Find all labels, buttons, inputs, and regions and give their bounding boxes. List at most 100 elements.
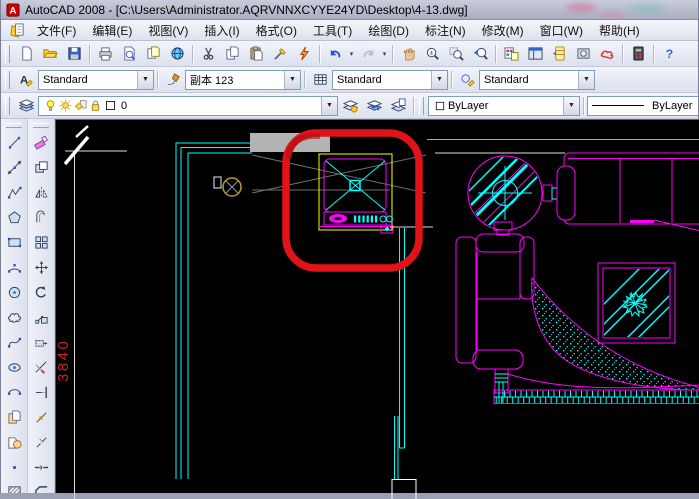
layer-manager-button[interactable] <box>14 94 38 118</box>
cut-button[interactable] <box>196 42 220 66</box>
linetype-control[interactable]: ByLayer <box>587 96 698 116</box>
rectangle-button[interactable] <box>2 230 27 255</box>
block-editor-button[interactable] <box>292 42 316 66</box>
break-button[interactable] <box>29 430 54 455</box>
publish-button[interactable] <box>141 42 165 66</box>
menu-edit[interactable]: 编辑(E) <box>84 22 140 40</box>
dwf-globe-button[interactable] <box>165 42 189 66</box>
plot-button[interactable] <box>93 42 117 66</box>
revision-cloud-button[interactable] <box>2 305 27 330</box>
array-button[interactable] <box>29 230 54 255</box>
chevron-down-icon[interactable]: ▼ <box>321 97 337 115</box>
sofa[interactable] <box>557 153 699 231</box>
match-properties-button[interactable] <box>268 42 292 66</box>
sheetset-manager-button[interactable] <box>571 42 595 66</box>
undo-button[interactable] <box>323 42 347 66</box>
layer-make-current-button[interactable] <box>338 94 362 118</box>
menu-file[interactable]: 文件(F) <box>29 22 84 40</box>
chevron-down-icon[interactable]: ▼ <box>578 71 594 89</box>
paste-button[interactable] <box>244 42 268 66</box>
table-style-button[interactable] <box>308 68 332 92</box>
chevron-down-icon[interactable]: ▼ <box>137 71 153 89</box>
zoom-window-button[interactable] <box>444 42 468 66</box>
zoom-realtime-button[interactable]: ± <box>420 42 444 66</box>
table-connector[interactable] <box>543 185 552 201</box>
ellipse-arc-button[interactable] <box>2 380 27 405</box>
line-button[interactable] <box>2 130 27 155</box>
zoom-previous-button[interactable] <box>468 42 492 66</box>
point-button[interactable] <box>2 455 27 480</box>
baseboard[interactable] <box>494 390 699 404</box>
properties-button[interactable] <box>499 42 523 66</box>
table-style-select[interactable]: Standard▼ <box>332 70 448 90</box>
menu-window[interactable]: 窗口(W) <box>532 22 591 40</box>
menu-insert[interactable]: 插入(I) <box>196 22 247 40</box>
text-style-button[interactable]: A <box>14 68 38 92</box>
dim-style-button[interactable] <box>161 68 185 92</box>
round-table[interactable] <box>458 138 550 234</box>
menu-help[interactable]: 帮助(H) <box>591 22 648 40</box>
wall-switch-symbol[interactable] <box>214 177 221 188</box>
menu-tools[interactable]: 工具(T) <box>305 22 360 40</box>
layer-previous-button[interactable] <box>362 94 386 118</box>
insert-block-button[interactable] <box>2 405 27 430</box>
circle-button[interactable] <box>2 280 27 305</box>
quickcalc-button[interactable] <box>626 42 650 66</box>
toolbar-grip[interactable] <box>5 97 10 115</box>
chamfer-button[interactable] <box>29 480 54 493</box>
undo-menu-arrow[interactable]: ▾ <box>347 50 356 58</box>
tool-palettes-button[interactable] <box>547 42 571 66</box>
spline-button[interactable] <box>2 330 27 355</box>
color-control[interactable]: ByLayer▼ <box>428 96 580 116</box>
offset-button[interactable] <box>29 205 54 230</box>
rotate-button[interactable] <box>29 280 54 305</box>
menu-modify[interactable]: 修改(M) <box>474 22 532 40</box>
copy-object-button[interactable] <box>29 155 54 180</box>
markup-manager-button[interactable] <box>595 42 619 66</box>
make-block-button[interactable] <box>2 430 27 455</box>
toolbar-grip[interactable] <box>33 123 49 128</box>
circle-cross-symbol[interactable] <box>223 178 241 196</box>
toolbar-grip[interactable] <box>6 123 22 128</box>
column-bottom[interactable] <box>392 480 416 499</box>
extend-button[interactable] <box>29 380 54 405</box>
drawing-viewport[interactable]: 3840 <box>56 120 699 499</box>
designcenter-button[interactable] <box>523 42 547 66</box>
open-file-button[interactable] <box>38 42 62 66</box>
redo-menu-arrow[interactable]: ▾ <box>380 50 389 58</box>
layer-select[interactable]: 0▼ <box>38 96 338 116</box>
construction-line-button[interactable] <box>2 155 27 180</box>
copy-button[interactable] <box>220 42 244 66</box>
erase-button[interactable] <box>29 130 54 155</box>
pan-button[interactable] <box>396 42 420 66</box>
menu-format[interactable]: 格式(O) <box>248 22 305 40</box>
chevron-down-icon[interactable]: ▼ <box>563 97 579 115</box>
save-button[interactable] <box>62 42 86 66</box>
text-style-select[interactable]: Standard▼ <box>38 70 154 90</box>
layer-states-button[interactable] <box>386 94 410 118</box>
toolbar-grip[interactable] <box>419 97 424 115</box>
arc-button[interactable] <box>2 255 27 280</box>
menu-view[interactable]: 视图(V) <box>140 22 196 40</box>
new-file-button[interactable] <box>14 42 38 66</box>
dimension-3840[interactable]: 3840 <box>56 126 127 499</box>
stipple-sweep[interactable] <box>532 278 698 390</box>
polygon-button[interactable] <box>2 205 27 230</box>
stretch-button[interactable] <box>29 330 54 355</box>
plot-preview-button[interactable] <box>117 42 141 66</box>
tv-block[interactable] <box>319 154 393 233</box>
move-button[interactable] <box>29 255 54 280</box>
mleader-style-button[interactable] <box>455 68 479 92</box>
redo-button[interactable] <box>356 42 380 66</box>
polyline-button[interactable] <box>2 180 27 205</box>
chevron-down-icon[interactable]: ▼ <box>431 71 447 89</box>
menu-draw[interactable]: 绘图(D) <box>360 22 417 40</box>
scale-button[interactable] <box>29 305 54 330</box>
mleader-style-select[interactable]: Standard▼ <box>479 70 595 90</box>
join-button[interactable] <box>29 455 54 480</box>
drawing-canvas[interactable]: 3840 <box>55 119 699 493</box>
dim-style-select[interactable]: 副本 123▼ <box>185 70 301 90</box>
ellipse-button[interactable] <box>2 355 27 380</box>
trim-button[interactable] <box>29 355 54 380</box>
mirror-button[interactable] <box>29 180 54 205</box>
